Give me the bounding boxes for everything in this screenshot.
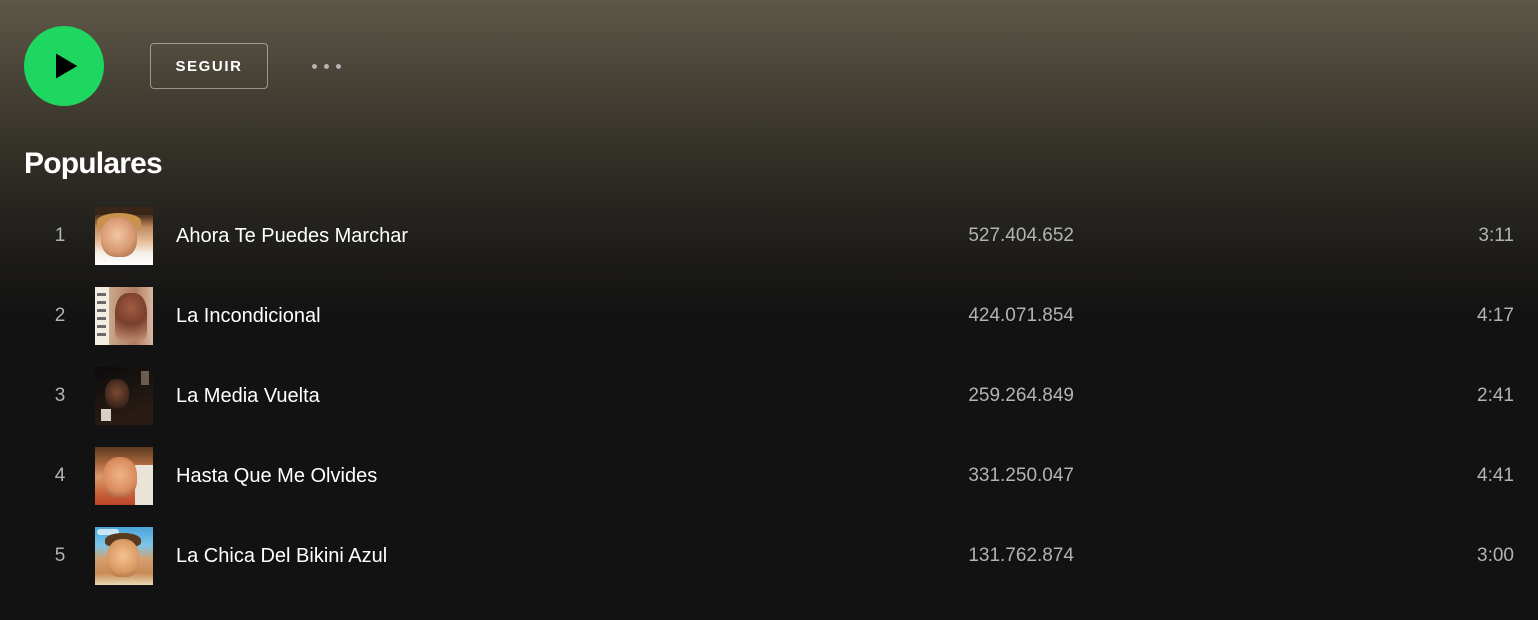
track-title: Ahora Te Puedes Marchar — [176, 225, 408, 247]
track-title: La Incondicional — [176, 305, 321, 327]
track-play-count: 259.264.849 — [968, 385, 1074, 406]
track-row[interactable]: 3 La Media Vuelta 259.264.849 2:41 — [0, 356, 1538, 436]
track-number: 3 — [54, 385, 66, 406]
track-title: Hasta Que Me Olvides — [176, 465, 378, 487]
track-play-count: 527.404.652 — [968, 225, 1074, 246]
track-duration: 2:41 — [1477, 385, 1514, 406]
play-icon — [56, 53, 78, 79]
more-options-button[interactable] — [306, 46, 346, 86]
popular-track-list: 1 Ahora Te Puedes Marchar 527.404.652 3:… — [0, 196, 1538, 596]
track-number: 4 — [54, 465, 66, 486]
more-options-icon — [323, 63, 329, 69]
track-row[interactable]: 5 La Chica Del Bikini Azul 131.762.874 3… — [0, 516, 1538, 596]
track-duration: 3:00 — [1477, 545, 1514, 566]
album-cover-image — [95, 287, 153, 345]
album-cover-image — [95, 367, 153, 425]
track-number: 1 — [54, 225, 66, 246]
track-row[interactable]: 2 La Incondicional 424.071.854 4:17 — [0, 276, 1538, 356]
action-bar: SEGUIR — [24, 26, 346, 106]
follow-button[interactable]: SEGUIR — [150, 43, 268, 89]
track-play-count: 424.071.854 — [968, 305, 1074, 326]
play-button[interactable] — [24, 26, 104, 106]
album-cover-image — [95, 207, 153, 265]
track-duration: 4:41 — [1477, 465, 1514, 486]
track-play-count: 131.762.874 — [968, 545, 1074, 566]
album-cover-image — [95, 447, 153, 505]
section-title: Populares — [24, 147, 163, 180]
track-number: 2 — [54, 305, 66, 326]
track-duration: 4:17 — [1477, 305, 1514, 326]
track-title: La Chica Del Bikini Azul — [176, 545, 388, 567]
track-play-count: 331.250.047 — [968, 465, 1074, 486]
track-row[interactable]: 1 Ahora Te Puedes Marchar 527.404.652 3:… — [0, 196, 1538, 276]
track-title: La Media Vuelta — [176, 385, 320, 407]
track-duration: 3:11 — [1478, 225, 1514, 246]
artist-page: SEGUIR Populares 1 Ahora Te Puedes March… — [0, 0, 1538, 620]
track-row[interactable]: 4 Hasta Que Me Olvides 331.250.047 4:41 — [0, 436, 1538, 516]
more-options-icon — [335, 63, 341, 69]
track-number: 5 — [54, 545, 66, 566]
album-cover-image — [95, 527, 153, 585]
more-options-icon — [311, 63, 317, 69]
